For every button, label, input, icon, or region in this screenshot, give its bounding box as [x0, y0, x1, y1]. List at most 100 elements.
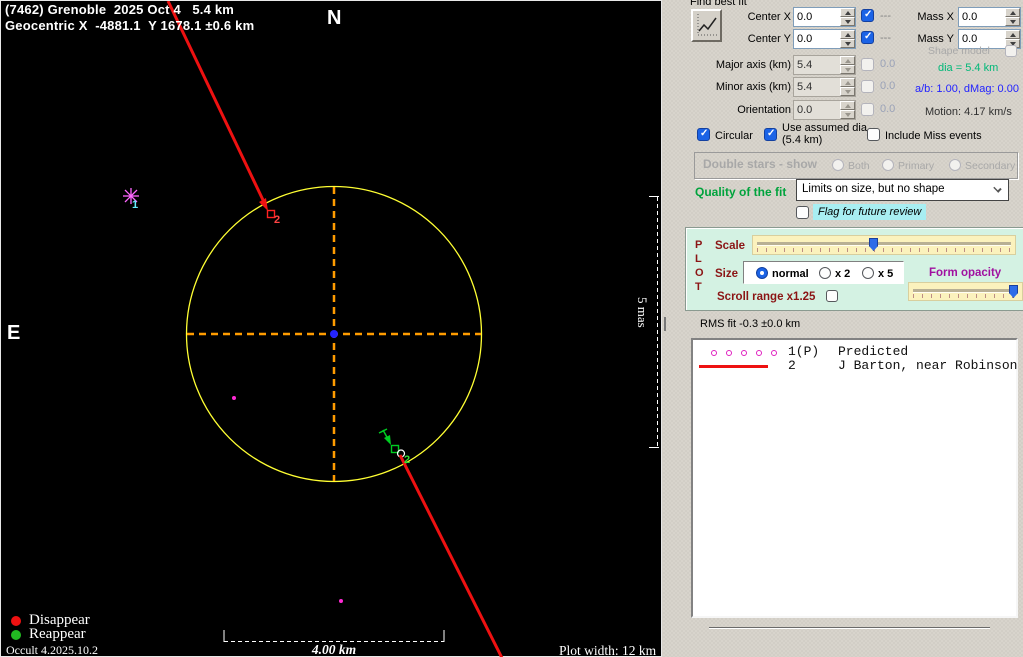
- app-version-label: Occult 4.2025.10.2: [6, 643, 98, 657]
- quality-of-fit-label: Quality of the fit: [695, 185, 786, 199]
- scroll-range-checkbox[interactable]: [826, 290, 838, 302]
- spin-up-button[interactable]: [1005, 30, 1020, 39]
- compass-east-label: E: [7, 322, 20, 345]
- observer-name: Predicted: [838, 344, 908, 359]
- reappear-arrowhead: [384, 435, 391, 445]
- plot-letter: T: [695, 281, 702, 293]
- spin-up-button[interactable]: [840, 8, 855, 17]
- mass-x-input[interactable]: 0.0: [958, 7, 1021, 27]
- use-assumed-dia-checkbox[interactable]: [764, 128, 777, 141]
- slider-track: [913, 289, 1018, 292]
- form-opacity-label[interactable]: Form opacity: [929, 267, 1001, 279]
- center-y-checkbox[interactable]: [861, 31, 874, 44]
- occultation-plot-canvas[interactable]: (7462) Grenoble 2025 Oct 4 5.4 km Geocen…: [0, 0, 662, 657]
- predicted-chord-swatch: [711, 350, 777, 356]
- minor-axis-checkbox: [861, 80, 874, 93]
- center-y-spinner[interactable]: [840, 30, 855, 48]
- plot-letter: P: [695, 239, 702, 251]
- mas-scale-label: 5 mas: [634, 297, 650, 328]
- fit-control-panel: Find best fit Center X 0.0 --- Mass X 0.…: [663, 0, 1023, 657]
- scale-label: Scale: [715, 240, 745, 252]
- plot-width-label: Plot width: 12 km: [559, 643, 656, 657]
- spin-up-button[interactable]: [1005, 8, 1020, 17]
- minor-axis-input: 5.4: [793, 77, 856, 97]
- scale-bar-label: 4.00 km: [301, 642, 367, 657]
- quality-of-fit-dropdown[interactable]: Limits on size, but no shape: [796, 179, 1009, 201]
- minor-axis-label: Minor axis (km): [688, 81, 791, 93]
- slider-track: [757, 242, 1011, 245]
- plot-letter: O: [695, 267, 704, 279]
- double-stars-primary-label: Primary: [898, 160, 934, 172]
- size-x5-radio[interactable]: [862, 267, 874, 279]
- axis-ratio-text: a/b: 1.00, dMag: 0.00: [915, 83, 1019, 95]
- size-normal-radio[interactable]: [756, 267, 768, 279]
- slider-ticks: [913, 294, 1018, 298]
- center-x-value[interactable]: 0.0: [794, 8, 840, 26]
- disappear-marker-label: 2: [274, 214, 280, 226]
- size-x2-label: x 2: [835, 268, 850, 280]
- spin-down-button[interactable]: [1005, 17, 1020, 26]
- center-y-value[interactable]: 0.0: [794, 30, 840, 48]
- center-x-checkbox[interactable]: [861, 9, 874, 22]
- scroll-range-label: Scroll range x1.25: [717, 291, 815, 303]
- major-axis-input: 5.4: [793, 55, 856, 75]
- use-assumed-dia-label: Use assumed dia (5.4 km): [782, 122, 874, 146]
- circular-checkbox[interactable]: [697, 128, 710, 141]
- form-opacity-slider[interactable]: [908, 282, 1023, 301]
- orientation-input: 0.0: [793, 100, 856, 120]
- flag-review-checkbox[interactable]: [796, 206, 809, 219]
- minor-axis-value: 5.4: [794, 78, 840, 96]
- include-miss-events-checkbox[interactable]: [867, 128, 880, 141]
- fit-chart-icon: [693, 11, 720, 40]
- plot-title-line2: Geocentric X -4881.1 Y 1678.1 ±0.6 km: [5, 18, 254, 33]
- center-x-dash: ---: [880, 10, 891, 22]
- flag-review-label: Flag for future review: [813, 204, 926, 220]
- quality-of-fit-value: Limits on size, but no shape: [802, 183, 945, 195]
- shape-model-label: Shape model: [928, 45, 990, 57]
- spin-down-button[interactable]: [840, 17, 855, 26]
- center-x-spinner[interactable]: [840, 8, 855, 26]
- double-stars-both-label: Both: [848, 160, 870, 172]
- orientation-label: Orientation: [688, 104, 791, 116]
- predicted-chord-dot: [232, 396, 236, 400]
- include-miss-events-label: Include Miss events: [885, 130, 982, 142]
- mass-x-value[interactable]: 0.0: [959, 8, 1005, 26]
- plot-graphics: [1, 1, 663, 657]
- size-radio-group: normal x 2 x 5: [743, 261, 904, 284]
- major-axis-label: Major axis (km): [688, 59, 791, 71]
- legend-reappear-label: Reappear: [29, 626, 86, 643]
- observer-name: J Barton, near Robinson: [838, 358, 1017, 373]
- center-y-input[interactable]: 0.0: [793, 29, 856, 49]
- bottom-separator: [709, 627, 990, 628]
- double-stars-group: Double stars - show Both Primary Seconda…: [694, 152, 1018, 179]
- predicted-chord-dot: [339, 599, 343, 603]
- observer-id: 1(P): [788, 344, 819, 359]
- size-x2-radio[interactable]: [819, 267, 831, 279]
- reappear-marker-label: 2: [404, 454, 410, 466]
- disappear-dot-icon: [11, 616, 21, 626]
- legend-reappear-row: Reappear: [11, 626, 86, 643]
- reappear-marker-group: [379, 429, 405, 457]
- chevron-down-icon: [993, 184, 1001, 192]
- mass-y-label: Mass Y: [906, 33, 954, 45]
- spin-down-button[interactable]: [840, 39, 855, 48]
- diameter-text: dia = 5.4 km: [938, 62, 998, 74]
- observer-list[interactable]: 1(P) Predicted 2 J Barton, near Robinson: [691, 338, 1018, 618]
- mas-scale-bracket: [649, 197, 659, 448]
- find-best-fit-label: Find best fit: [690, 0, 747, 8]
- major-axis-extra: 0.0: [880, 58, 895, 70]
- observer-id: 2: [788, 358, 796, 373]
- center-y-dash: ---: [880, 32, 891, 44]
- plot-title-line1: (7462) Grenoble 2025 Oct 4 5.4 km: [5, 2, 234, 17]
- minor-axis-extra: 0.0: [880, 80, 895, 92]
- reappear-dot-icon: [11, 630, 21, 640]
- mass-x-spinner[interactable]: [1005, 8, 1020, 26]
- scale-slider[interactable]: [752, 235, 1016, 255]
- center-x-input[interactable]: 0.0: [793, 7, 856, 27]
- mass-x-label: Mass X: [906, 11, 954, 23]
- spin-up-button[interactable]: [840, 30, 855, 39]
- center-y-label: Center Y: [718, 33, 791, 45]
- center-dot: [330, 330, 338, 338]
- splitter-handle[interactable]: [664, 317, 666, 331]
- size-label: Size: [715, 268, 738, 280]
